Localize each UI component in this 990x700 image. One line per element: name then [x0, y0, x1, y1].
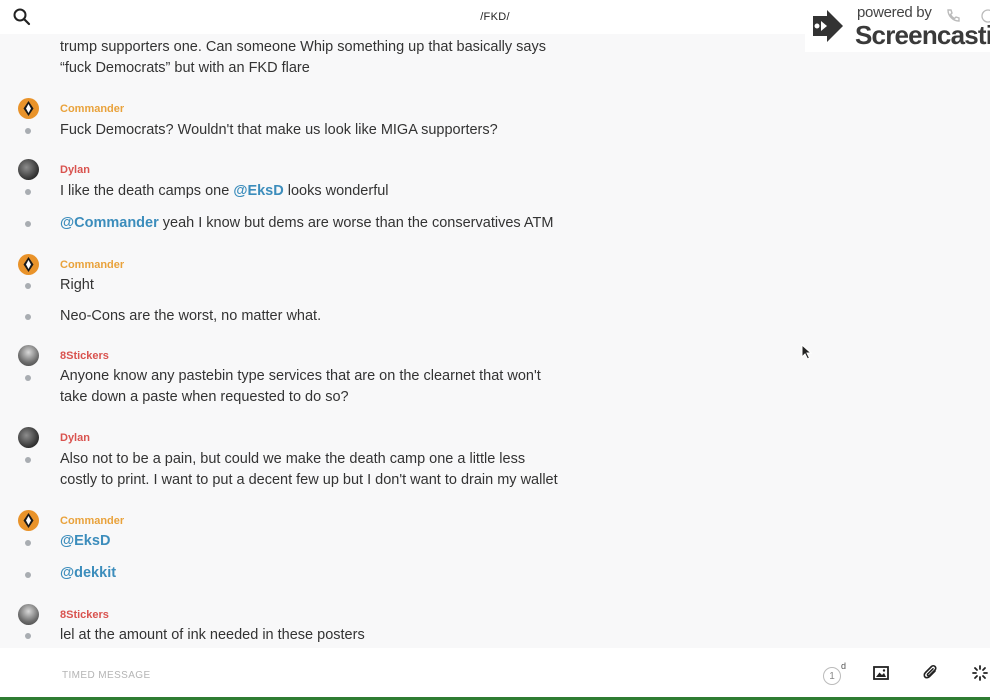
watermark-powered-text: powered by: [857, 4, 932, 21]
message-text: Anyone know any pastebin type services t…: [60, 368, 541, 384]
avatar[interactable]: [18, 254, 39, 275]
message-text: Neo-Cons are the worst, no matter what.: [60, 308, 322, 324]
message-text-part: I like the death camps one: [60, 183, 234, 199]
message-text-part: looks wonderful: [283, 183, 389, 199]
message-input[interactable]: [60, 662, 764, 688]
avatar[interactable]: [18, 427, 39, 448]
image-button[interactable]: [873, 665, 889, 686]
timer-value: 1: [823, 667, 841, 685]
attach-button[interactable]: [923, 664, 939, 687]
message-text: I like the death camps one @EksD looks w…: [60, 181, 389, 202]
message-text: lel at the amount of ink needed in these…: [60, 627, 365, 643]
message-text: Right: [60, 277, 94, 293]
message-status-dot: [25, 128, 31, 134]
message-status-dot: [25, 375, 31, 381]
message-text: “fuck Democrats” but with an FKD flare: [60, 60, 310, 76]
message-text: take down a paste when requested to do s…: [60, 389, 349, 405]
commander-logo-icon: [23, 257, 34, 272]
paperclip-icon: [923, 664, 937, 679]
message-author[interactable]: 8Stickers: [60, 609, 109, 621]
user-mention[interactable]: @EksD: [60, 533, 110, 549]
user-mention[interactable]: @EksD: [233, 183, 283, 199]
avatar[interactable]: [18, 510, 39, 531]
message-status-dot: [25, 572, 31, 578]
user-mention[interactable]: @Commander: [60, 215, 159, 231]
mouse-pointer-icon: [801, 344, 813, 360]
phone-icon[interactable]: [945, 8, 961, 24]
timer-button[interactable]: 1 d: [823, 661, 851, 688]
screencastify-logo-icon: [813, 10, 843, 42]
message-status-dot: [25, 189, 31, 195]
message-text: @EksD: [60, 531, 110, 552]
loading-button[interactable]: [972, 665, 988, 686]
message-status-dot: [25, 540, 31, 546]
message-status-dot: [25, 633, 31, 639]
message-text: trump supporters one. Can someone Whip s…: [60, 39, 546, 55]
watermark-brand-text: Screencastify: [855, 20, 990, 50]
avatar[interactable]: [18, 604, 39, 625]
avatar[interactable]: [18, 159, 39, 180]
composer-bar: 1 d: [0, 648, 990, 700]
message-text: @dekkit: [60, 563, 116, 584]
message-text: Also not to be a pain, but could we make…: [60, 451, 526, 467]
message-author[interactable]: 8Stickers: [60, 350, 109, 362]
spinner-icon: [972, 665, 988, 681]
image-icon: [873, 666, 889, 680]
message-author[interactable]: Dylan: [60, 432, 90, 444]
message-status-dot: [25, 314, 31, 320]
message-status-dot: [25, 283, 31, 289]
message-text-part: yeah I know but dems are worse than the …: [158, 215, 554, 231]
user-mention[interactable]: @dekkit: [60, 565, 116, 581]
message-text: @Commander yeah I know but dems are wors…: [60, 213, 553, 234]
message-author[interactable]: Dylan: [60, 164, 90, 176]
avatar[interactable]: [18, 345, 39, 366]
message-author[interactable]: Commander: [60, 259, 124, 271]
message-author[interactable]: Commander: [60, 103, 124, 115]
message-list: trump supporters one. Can someone Whip s…: [0, 0, 990, 648]
message-status-dot: [25, 221, 31, 227]
message-author[interactable]: Commander: [60, 515, 124, 527]
message-status-dot: [25, 457, 31, 463]
message-text: costly to print. I want to put a decent …: [60, 472, 558, 488]
timer-unit: d: [841, 661, 847, 671]
avatar[interactable]: [18, 98, 39, 119]
info-icon[interactable]: [981, 9, 990, 23]
message-text: Fuck Democrats? Wouldn't that make us lo…: [60, 122, 498, 138]
commander-logo-icon: [23, 513, 34, 528]
screencastify-watermark: powered by Screencastify: [805, 0, 990, 52]
commander-logo-icon: [23, 101, 34, 116]
